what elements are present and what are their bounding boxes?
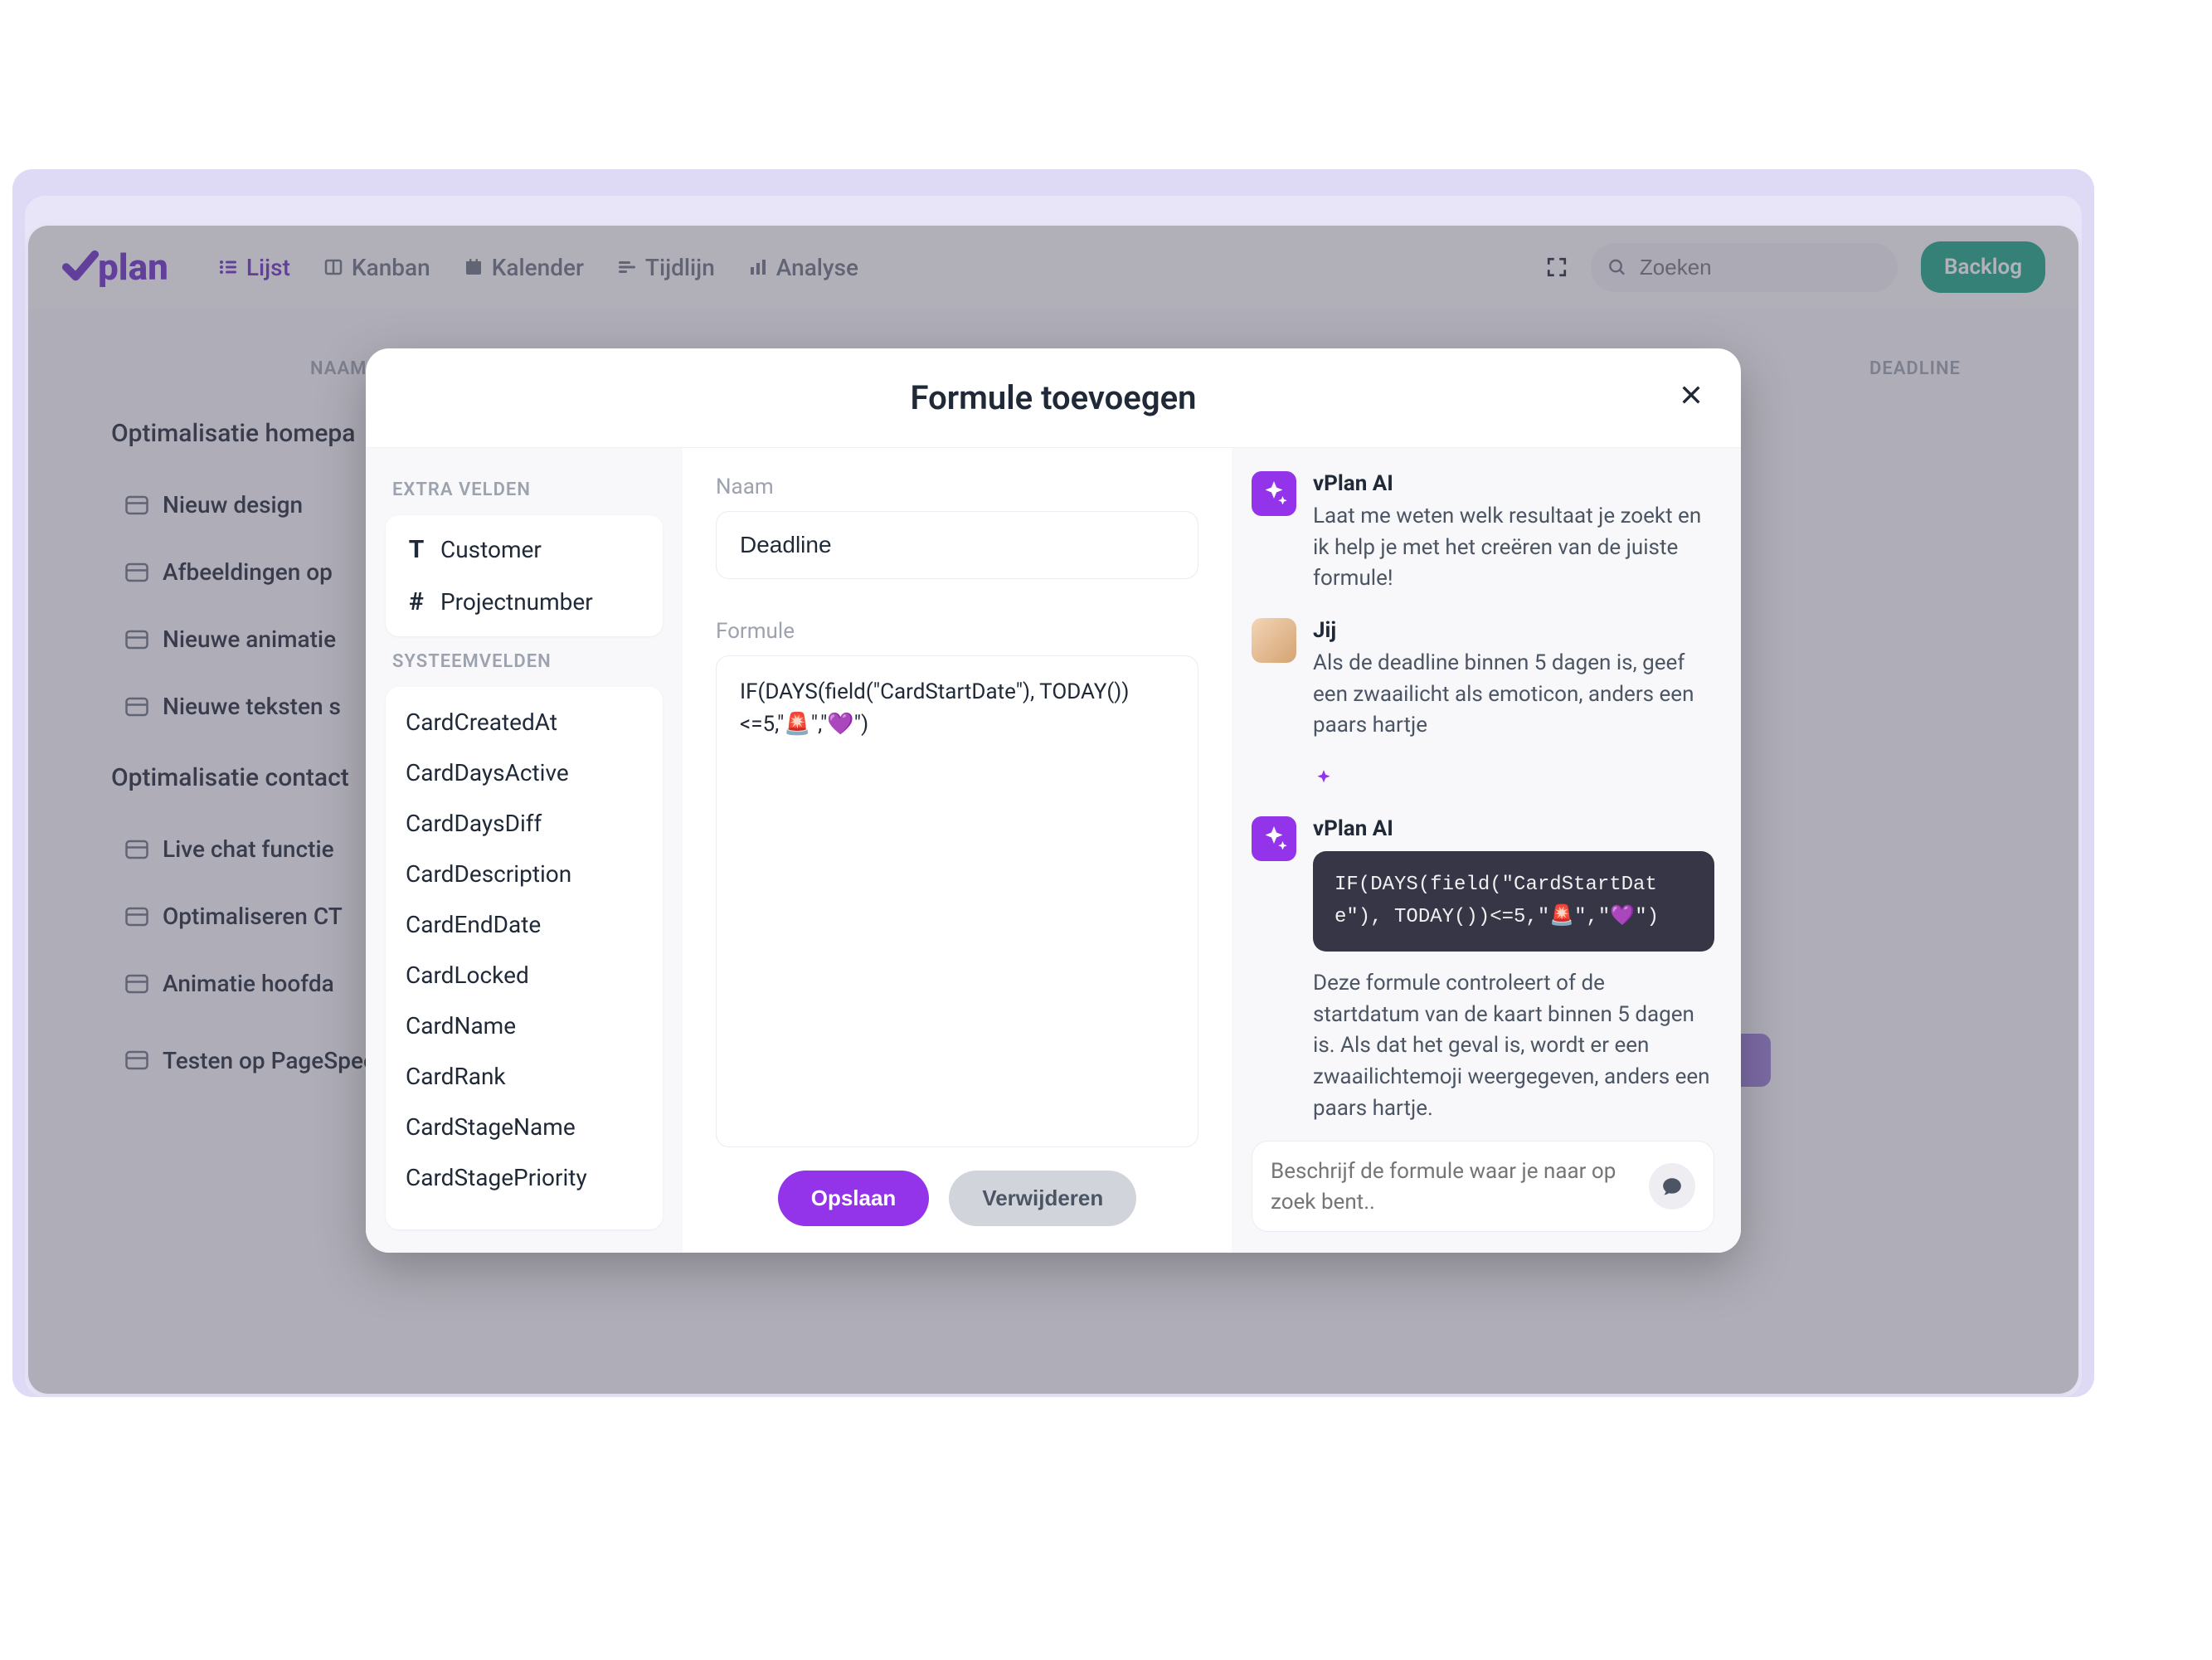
chat-icon: [1661, 1176, 1683, 1197]
delete-button[interactable]: Verwijderen: [949, 1171, 1136, 1226]
system-field[interactable]: CardStagePriority: [406, 1152, 643, 1203]
msg-content: vPlan AI Laat me weten welk resultaat je…: [1313, 471, 1714, 595]
modal-header: Formule toevoegen: [366, 348, 1741, 448]
field-label: Projectnumber: [440, 588, 593, 616]
user-avatar: [1252, 618, 1296, 663]
close-icon[interactable]: [1678, 382, 1704, 408]
ai-explanation: Deze formule controleert of de startdatu…: [1313, 968, 1714, 1124]
system-field[interactable]: CardLocked: [406, 950, 643, 1000]
modal-body: EXTRA VELDEN T Customer # Projectnumber …: [366, 448, 1741, 1253]
system-field[interactable]: CardRank: [406, 1051, 643, 1102]
ai-input-wrap: [1252, 1141, 1714, 1232]
app-window: plan Lijst Kanban Kalender Tijdlijn Anal…: [28, 226, 2078, 1394]
user-message: Jij Als de deadline binnen 5 dagen is, g…: [1252, 618, 1714, 742]
form-buttons: Opslaan Verwijderen: [716, 1171, 1198, 1226]
extra-velden-label: EXTRA VELDEN: [386, 471, 663, 509]
msg-content: Jij Als de deadline binnen 5 dagen is, g…: [1313, 618, 1714, 742]
system-field[interactable]: CardDescription: [406, 849, 643, 899]
systeemvelden-card: CardCreatedAt CardDaysActive CardDaysDif…: [386, 687, 663, 1229]
field-label: Customer: [440, 536, 542, 563]
extra-velden-card: T Customer # Projectnumber: [386, 515, 663, 636]
ai-messages: vPlan AI Laat me weten welk resultaat je…: [1252, 471, 1714, 1124]
systeemvelden-label: SYSTEEMVELDEN: [386, 643, 663, 680]
ai-panel: vPlan AI Laat me weten welk resultaat je…: [1232, 448, 1741, 1253]
system-field[interactable]: CardDaysActive: [406, 747, 643, 798]
fields-panel: EXTRA VELDEN T Customer # Projectnumber …: [366, 448, 683, 1253]
formule-textarea[interactable]: [716, 655, 1198, 1147]
ai-input[interactable]: [1271, 1156, 1636, 1216]
formule-label: Formule: [716, 619, 1198, 644]
system-field[interactable]: CardName: [406, 1000, 643, 1051]
modal-title: Formule toevoegen: [911, 378, 1197, 417]
user-msg: Als de deadline binnen 5 dagen is, geef …: [1313, 648, 1714, 742]
ai-avatar-icon: [1252, 816, 1296, 861]
ai-send-button[interactable]: [1649, 1163, 1695, 1210]
number-type-icon: #: [404, 587, 429, 616]
text-type-icon: T: [404, 535, 429, 564]
ai-message: vPlan AI Laat me weten welk resultaat je…: [1252, 471, 1714, 595]
ai-avatar-icon: [1252, 471, 1296, 516]
system-field[interactable]: CardEndDate: [406, 899, 643, 950]
ai-intro: Laat me weten welk resultaat je zoekt en…: [1313, 501, 1714, 595]
save-button[interactable]: Opslaan: [778, 1171, 930, 1226]
user-name: Jij: [1313, 618, 1714, 643]
field-customer[interactable]: T Customer: [399, 523, 649, 576]
system-field[interactable]: CardCreatedAt: [406, 697, 643, 747]
ai-name: vPlan AI: [1313, 816, 1714, 841]
form-panel: Naam Formule Opslaan Verwijderen: [683, 448, 1232, 1253]
field-projectnumber[interactable]: # Projectnumber: [399, 576, 649, 628]
sparkle-icon: [1313, 768, 1334, 790]
modal-overlay: Formule toevoegen EXTRA VELDEN T Custome…: [28, 226, 2078, 1394]
ai-message: vPlan AI IF(DAYS(field("CardStartDate"),…: [1252, 816, 1714, 1124]
naam-input[interactable]: [716, 511, 1198, 579]
ai-name: vPlan AI: [1313, 471, 1714, 496]
system-field[interactable]: CardDaysDiff: [406, 798, 643, 849]
msg-content: vPlan AI IF(DAYS(field("CardStartDate"),…: [1313, 816, 1714, 1124]
system-field[interactable]: CardStageName: [406, 1102, 643, 1152]
formula-modal: Formule toevoegen EXTRA VELDEN T Custome…: [366, 348, 1741, 1253]
naam-label: Naam: [716, 475, 1198, 499]
code-block: IF(DAYS(field("CardStartDate"), TODAY())…: [1313, 851, 1714, 952]
